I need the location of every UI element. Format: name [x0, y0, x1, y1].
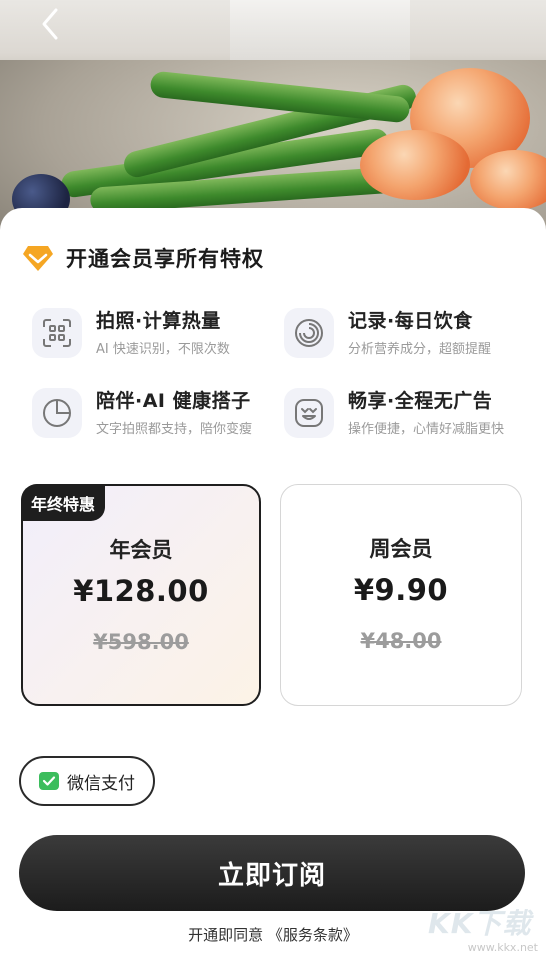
plan-name: 年会员 [109, 538, 173, 562]
membership-sheet: 开通会员享所有特权 拍照·计算热量 AI 快速识别，不限次数 记录·每日饮食 分… [0, 208, 546, 956]
back-button[interactable] [36, 6, 66, 42]
wechat-pay-icon [39, 772, 59, 790]
feature-title: 拍照·计算热量 [96, 310, 221, 332]
feature-icon-box [284, 308, 334, 358]
plan-original-price: ¥48.00 [360, 629, 442, 653]
feature-subtitle: 文字拍照都支持，陪你变瘦 [96, 422, 253, 437]
feature-daily-diet: 记录·每日饮食 分析营养成分，超额提醒 [274, 306, 524, 366]
feature-subtitle: AI 快速识别，不限次数 [96, 342, 230, 357]
watermark: KK下载 www.kkx.net [428, 902, 540, 954]
chevron-left-icon [42, 8, 58, 40]
feature-icon-box [32, 388, 82, 438]
membership-title: 开通会员享所有特权 [66, 247, 264, 271]
plan-card-weekly[interactable]: 周会员 ¥9.90 ¥48.00 [280, 484, 522, 706]
diamond-icon [23, 246, 53, 271]
terms-prefix: 开通即同意 [188, 926, 264, 944]
pie-chart-icon [43, 399, 71, 427]
plan-original-price: ¥598.00 [93, 630, 189, 654]
membership-header: 开通会员享所有特权 [22, 243, 264, 273]
spiral-icon [295, 319, 323, 347]
watermark-text: KK下载 [428, 907, 532, 940]
subscribe-button[interactable]: 立即订阅 [19, 835, 525, 911]
feature-no-ads: 畅享·全程无广告 操作便捷，心情好减脂更快 [274, 386, 524, 446]
plan-price: ¥128.00 [73, 574, 209, 608]
feature-subtitle: 操作便捷，心情好减脂更快 [348, 422, 505, 437]
feature-title: 陪伴·AI 健康搭子 [96, 390, 251, 412]
shrimp-shape [360, 130, 470, 200]
feature-photo-calorie: 拍照·计算热量 AI 快速识别，不限次数 [22, 306, 272, 366]
scan-icon [43, 319, 71, 347]
feature-ai-buddy: 陪伴·AI 健康搭子 文字拍照都支持，陪你变瘦 [22, 386, 272, 446]
feature-icon-box [284, 388, 334, 438]
terms-link[interactable]: 《服务条款》 [268, 926, 358, 944]
plan-card-yearly[interactable]: 年终特惠 年会员 ¥128.00 ¥598.00 [21, 484, 261, 706]
payment-label: 微信支付 [67, 773, 135, 794]
hero-food-image [0, 0, 546, 240]
plan-badge: 年终特惠 [21, 484, 106, 521]
feature-icon-box [32, 308, 82, 358]
wechat-pay-option[interactable]: 微信支付 [19, 756, 155, 806]
feature-subtitle: 分析营养成分，超额提醒 [348, 342, 492, 357]
feature-title: 畅享·全程无广告 [348, 390, 493, 412]
smile-icon [295, 399, 323, 427]
plan-name: 周会员 [369, 537, 433, 561]
watermark-url: www.kkx.net [467, 941, 538, 954]
feature-title: 记录·每日饮食 [348, 310, 473, 332]
plan-price: ¥9.90 [353, 573, 449, 607]
